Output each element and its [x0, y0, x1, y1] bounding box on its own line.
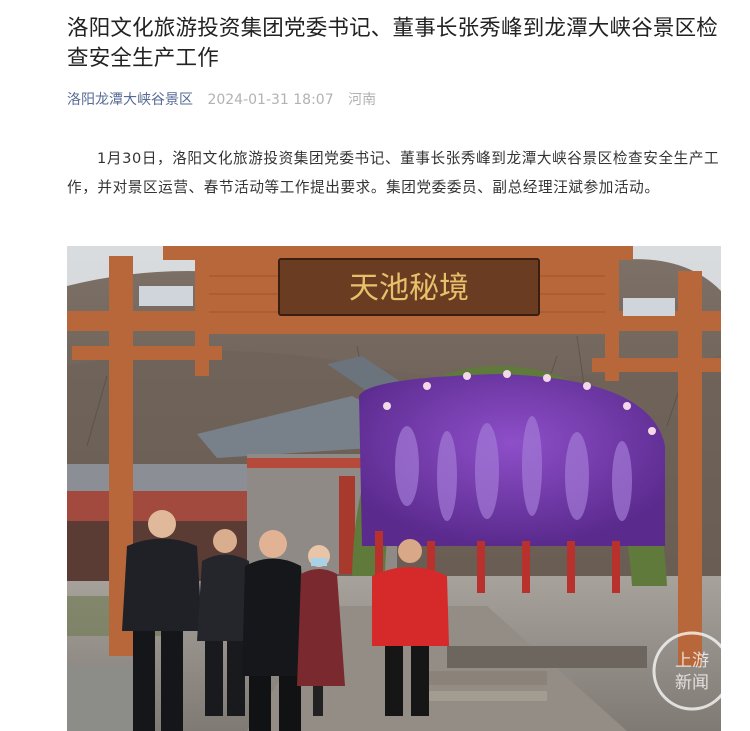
article-paragraph: 1月30日，洛阳文化旅游投资集团党委书记、董事长张秀峰到龙潭大峡谷景区检查安全生…	[67, 150, 720, 196]
publish-time: 2024-01-31 18:07	[207, 92, 334, 108]
gate-sign-text: 天池秘境	[349, 271, 469, 306]
article-title: 洛阳文化旅游投资集团党委书记、董事长张秀峰到龙潭大峡谷景区检查安全生产工作	[67, 16, 719, 71]
account-name-link[interactable]: 洛阳龙潭大峡谷景区	[67, 92, 193, 108]
article-photo[interactable]: 天池秘境 上游 新闻	[67, 246, 721, 731]
watermark-line1: 上游	[675, 651, 709, 671]
article-meta: 洛阳龙潭大峡谷景区 2024-01-31 18:07 河南	[67, 90, 376, 110]
publish-location: 河南	[348, 92, 377, 108]
watermark-line2: 新闻	[675, 673, 709, 693]
scenic-gate-photo: 天池秘境 上游 新闻	[67, 246, 721, 731]
